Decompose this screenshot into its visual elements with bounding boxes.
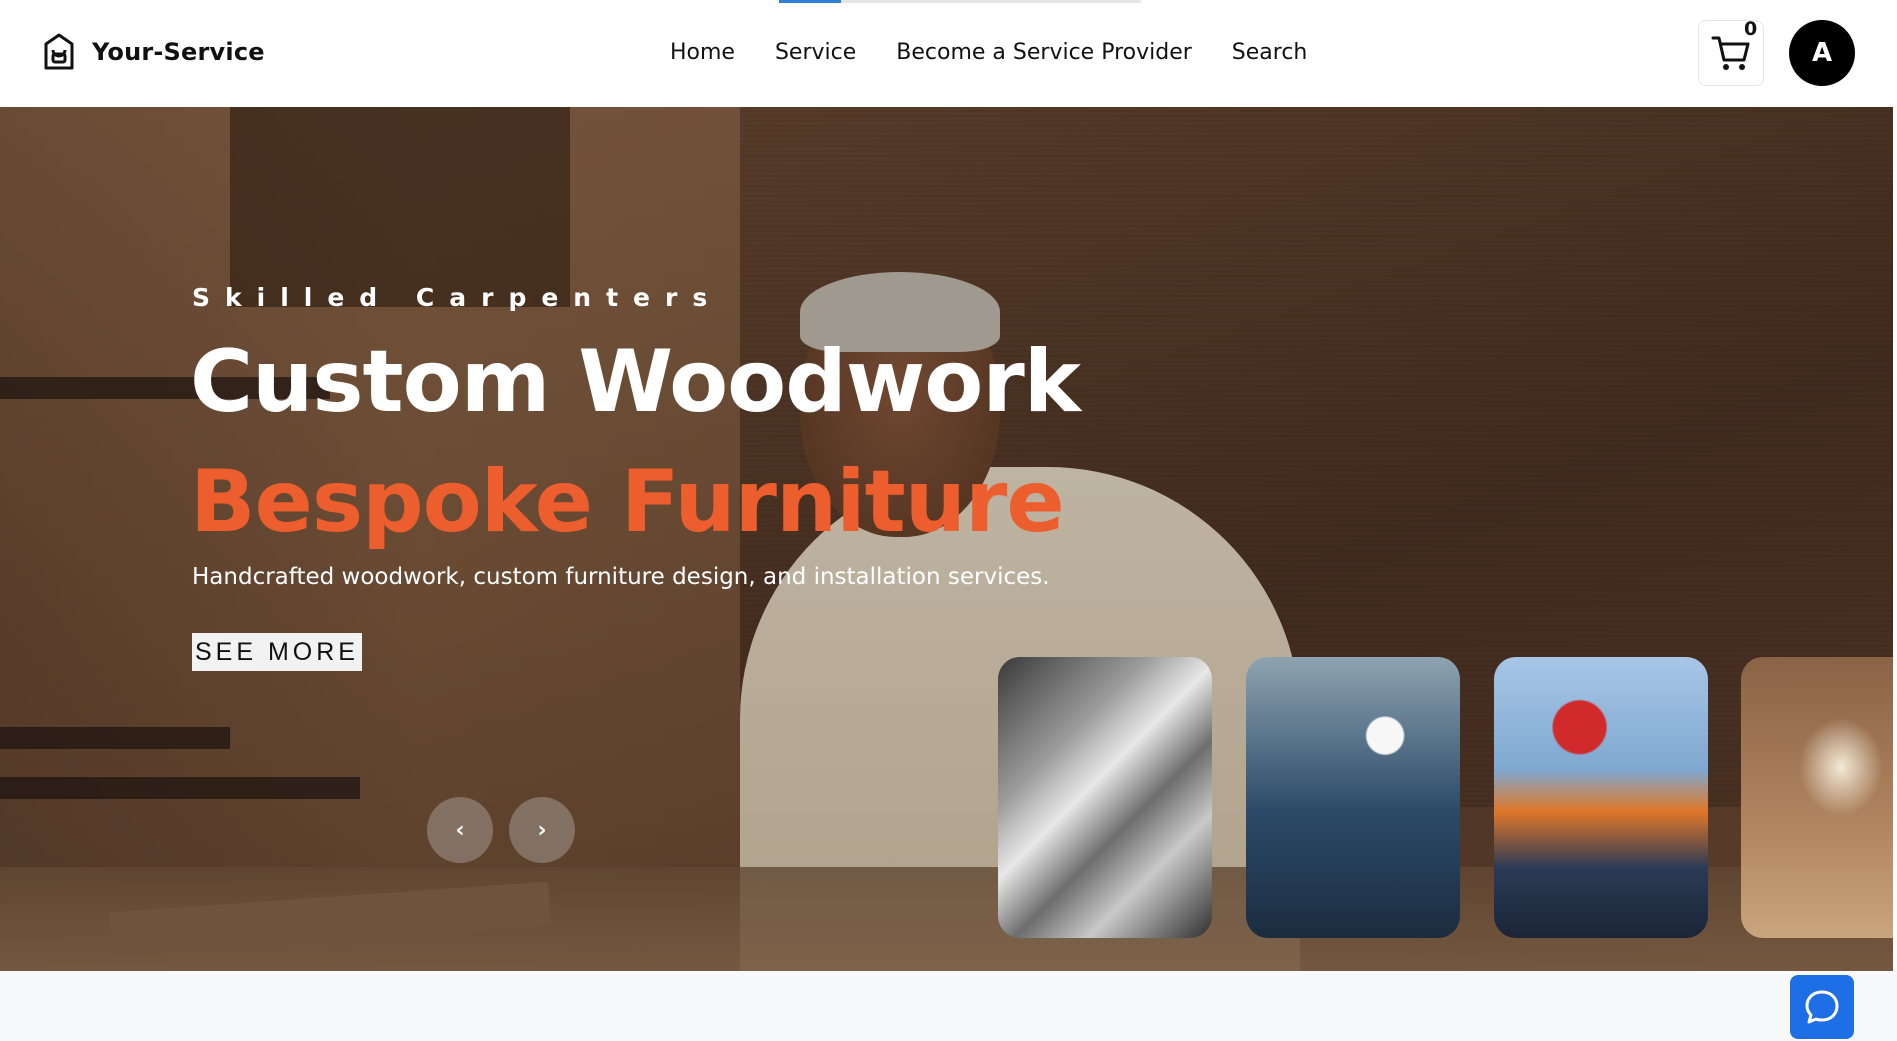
carousel-next-button[interactable]: › xyxy=(509,797,575,863)
hero-banner: Skilled Carpenters Custom Woodwork Bespo… xyxy=(0,107,1897,971)
brand-name: Your-Service xyxy=(92,38,265,66)
chevron-left-icon: ‹ xyxy=(455,817,465,843)
scrollbar[interactable] xyxy=(1893,107,1897,971)
carousel-thumbnail[interactable] xyxy=(1741,657,1897,938)
chat-button[interactable] xyxy=(1790,975,1854,1039)
nav-service[interactable]: Service xyxy=(775,40,856,65)
shopping-bag-icon xyxy=(44,33,74,70)
user-avatar[interactable]: A xyxy=(1789,20,1855,86)
carousel-thumbnail[interactable] xyxy=(1494,657,1708,938)
carousel-prev-button[interactable]: ‹ xyxy=(427,797,493,863)
hero-eyebrow: Skilled Carpenters xyxy=(192,283,723,312)
carousel-thumbnail[interactable] xyxy=(998,657,1212,938)
cart-count-badge: 0 xyxy=(1744,18,1758,40)
chat-bubble-icon xyxy=(1805,990,1839,1024)
carousel-thumbnail[interactable] xyxy=(1246,657,1460,938)
chevron-right-icon: › xyxy=(537,817,547,843)
see-more-button[interactable]: SEE MORE xyxy=(192,633,362,671)
nav-search[interactable]: Search xyxy=(1232,40,1308,65)
nav-become-provider[interactable]: Become a Service Provider xyxy=(896,40,1192,65)
top-navigation-bar: Your-Service Home Service Become a Servi… xyxy=(0,0,1897,107)
hero-headline-accent: Bespoke Furniture xyxy=(190,452,1065,552)
hero-headline: Custom Woodwork xyxy=(190,332,1081,432)
page-progress-fill xyxy=(779,0,841,3)
page-progress-track xyxy=(779,0,1141,3)
main-nav: Home Service Become a Service Provider S… xyxy=(670,40,1307,65)
hero-description: Handcrafted woodwork, custom furniture d… xyxy=(192,564,1050,590)
page-content-start xyxy=(0,971,1897,1041)
nav-home[interactable]: Home xyxy=(670,40,735,65)
brand-logo[interactable]: Your-Service xyxy=(40,32,265,72)
